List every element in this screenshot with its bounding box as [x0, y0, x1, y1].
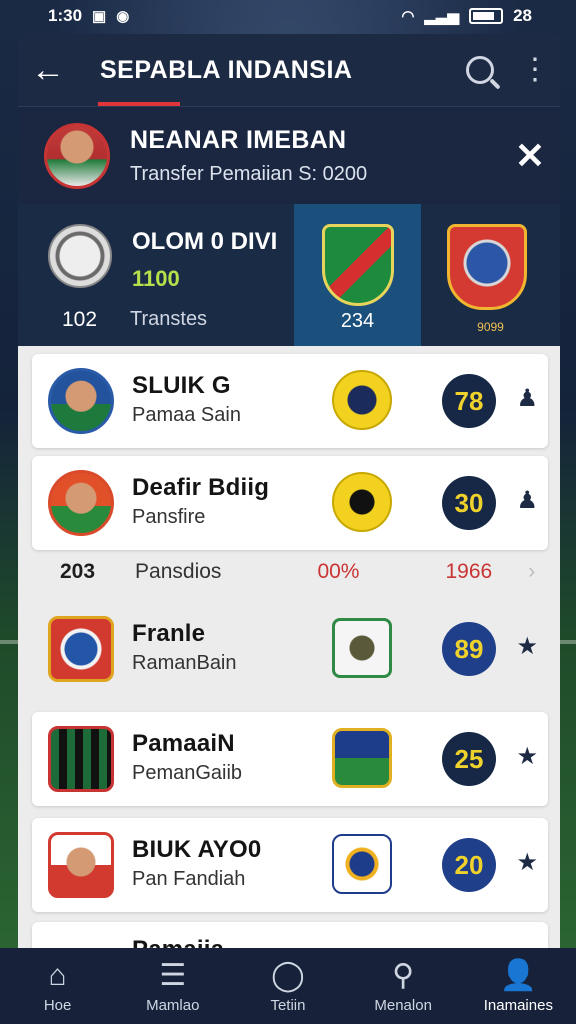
selected-club-number: 234: [340, 310, 375, 332]
nav-home[interactable]: ⌂ Hoe: [0, 959, 115, 1014]
transfer-count: 102: [62, 308, 98, 331]
nav-list[interactable]: ☰ Mamlao: [115, 959, 230, 1014]
player-rating: 78: [442, 374, 496, 428]
list-item[interactable]: PamaaiN PemanGaiib 25 ★: [32, 712, 548, 806]
player-rating: 25: [442, 732, 496, 786]
player-rating: 30: [442, 476, 496, 530]
player-list: SLUIK G Pamaa Sain 78 ♟ Deafir Bdiig Pan…: [18, 346, 560, 948]
battery-level: 28: [513, 6, 532, 25]
nav-chat[interactable]: ◯ Tetiin: [230, 959, 345, 1014]
summary-label: Pansdios: [135, 560, 222, 583]
more-options-button[interactable]: ⋮: [510, 55, 560, 85]
chevron-right-icon[interactable]: ›: [528, 560, 535, 584]
status-bar: 1:30 ▣ ◉ ◠ ▂▃▅ 28: [0, 0, 576, 32]
star-icon[interactable]: ★: [516, 742, 538, 771]
profile-icon: 👤: [499, 958, 538, 992]
nav-profile[interactable]: 👤 Inamaines: [461, 959, 576, 1014]
transfer-label: Transtes: [130, 308, 208, 330]
club-name: OLOM 0 DIVI: [132, 228, 278, 255]
nav-search[interactable]: ⚲ Menalon: [346, 959, 461, 1014]
other-club-number: 9099: [477, 320, 504, 334]
summary-year: 1966: [445, 560, 493, 583]
pin-icon[interactable]: ♟: [516, 384, 538, 413]
club-badge-icon: [332, 834, 392, 894]
player-subtitle: Pansfire: [132, 506, 206, 528]
player-avatar: [48, 470, 114, 536]
summary-percent: 00%: [317, 560, 360, 583]
list-icon: ☰: [159, 958, 187, 992]
arrow-left-icon: ←: [31, 51, 65, 89]
transfer-notice[interactable]: NEANAR IMEBAN Transfer Pemaiian S: 0200 …: [18, 106, 560, 204]
star-icon[interactable]: ★: [516, 632, 538, 661]
club-summary-main[interactable]: OLOM 0 DIVI 1100 102 Transtes: [18, 204, 294, 346]
signal-icon: ▂▃▅: [424, 8, 460, 25]
player-avatar: [44, 122, 110, 189]
club-badge-icon: [332, 472, 392, 532]
club-badge-icon: [332, 728, 392, 788]
battery-icon: [469, 8, 504, 24]
club-badge-icon: [332, 370, 392, 430]
notice-subtitle: Transfer Pemaiian S: 0200: [130, 162, 368, 185]
status-time: 1:30: [48, 6, 83, 25]
back-button[interactable]: ←: [18, 53, 78, 87]
close-button[interactable]: ✕: [500, 135, 560, 177]
list-item[interactable]: SLUIK G Pamaa Sain 78 ♟: [32, 354, 548, 448]
pin-icon[interactable]: ♟: [516, 486, 538, 515]
club-logo-icon: [48, 616, 114, 682]
notification-icon: ▣: [92, 8, 107, 25]
search-icon: [466, 56, 494, 84]
player-name: Pamaiia: [132, 936, 224, 948]
player-subtitle: Pamaa Sain: [132, 404, 241, 426]
notice-title: NEANAR IMEBAN: [130, 125, 347, 154]
wifi-icon: ◠: [401, 8, 415, 25]
player-name: Franle: [132, 620, 206, 647]
app-bar: ← SEPABLA INDANSIA ⋮: [18, 34, 560, 106]
club-crest-icon: [48, 224, 112, 288]
list-item[interactable]: Pamaiia: [32, 922, 548, 948]
club-value: 1100: [132, 266, 180, 291]
player-avatar: [48, 832, 114, 898]
list-item[interactable]: Deafir Bdiig Pansfire 30 ♟: [32, 456, 548, 550]
search-button[interactable]: [450, 56, 510, 84]
green-shield-icon: [322, 224, 394, 306]
page-title: SEPABLA INDANSIA: [100, 55, 353, 84]
club-badge-icon: [332, 618, 392, 678]
player-name: BIUK AYO0: [132, 836, 262, 863]
club-logo-icon: [48, 726, 114, 792]
bottom-navigation: ⌂ Hoe ☰ Mamlao ◯ Tetiin ⚲ Menalon 👤 Inam…: [0, 948, 576, 1024]
player-subtitle: PemanGaiib: [132, 762, 243, 784]
club-summary: OLOM 0 DIVI 1100 102 Transtes 234 9099: [18, 204, 560, 346]
close-icon: ✕: [514, 134, 546, 176]
home-icon: ⌂: [48, 958, 67, 992]
search-notification-icon: ⚲: [392, 958, 415, 992]
list-item[interactable]: BIUK AYO0 Pan Fandiah 20 ★: [32, 818, 548, 912]
player-avatar: [48, 368, 114, 434]
player-name: PamaaiN: [132, 730, 235, 757]
player-name: SLUIK G: [132, 372, 231, 399]
more-vertical-icon: ⋮: [520, 53, 550, 86]
player-subtitle: RamanBain: [132, 652, 237, 674]
player-rating: 20: [442, 838, 496, 892]
summary-row: 203 Pansdios 00% 1966 ›: [32, 554, 548, 590]
summary-count: 203: [60, 560, 96, 583]
red-shield-icon: [447, 224, 527, 310]
club-summary-selected[interactable]: 234: [294, 204, 421, 346]
player-rating: 89: [442, 622, 496, 676]
chat-icon: ◯: [271, 958, 305, 992]
player-name: Deafir Bdiig: [132, 474, 270, 501]
star-icon[interactable]: ★: [516, 848, 538, 877]
list-item[interactable]: Franle RamanBain 89 ★: [32, 602, 548, 696]
app-icon: ◉: [116, 8, 130, 25]
player-subtitle: Pan Fandiah: [132, 868, 246, 890]
club-summary-other[interactable]: 9099: [421, 204, 560, 346]
